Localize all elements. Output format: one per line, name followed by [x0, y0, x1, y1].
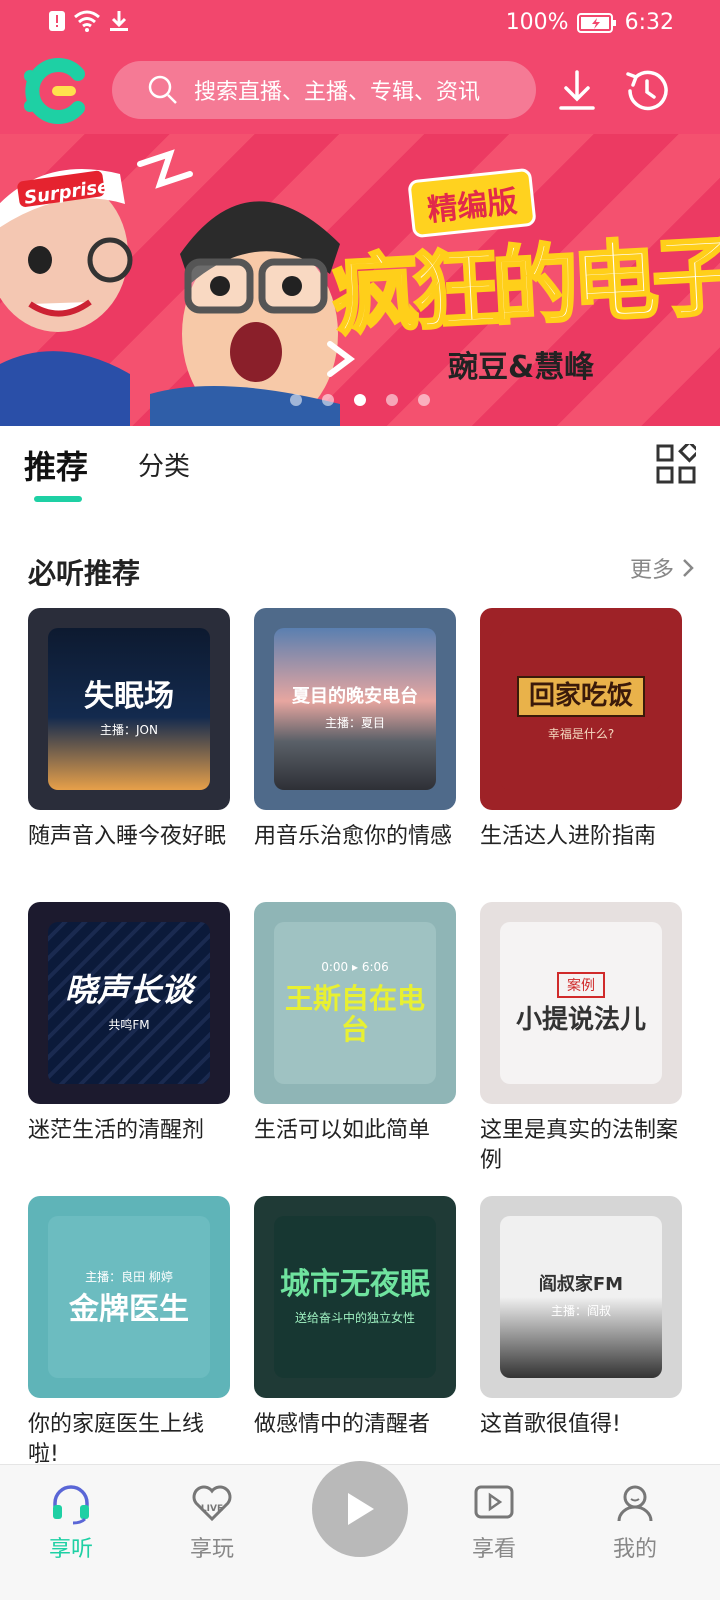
cover-subtitle: 案例	[557, 971, 605, 998]
svg-text:LIVE: LIVE	[201, 1504, 223, 1514]
album-card[interactable]: 城市无夜眠 送给奋斗中的独立女性 做感情中的清醒者	[254, 1196, 456, 1440]
nav-mine[interactable]: 我的	[585, 1481, 685, 1563]
headphones-icon	[53, 1485, 89, 1525]
album-cover: 晓声长谈 共鸣FM	[28, 902, 230, 1104]
cover-subtitle: 共鸣FM	[108, 1018, 150, 1033]
clock: 6:32	[624, 10, 674, 35]
cover-title: 小提说法儿	[515, 1004, 646, 1035]
top-header: 搜索直播、主播、专辑、资讯	[0, 48, 720, 134]
album-card[interactable]: 阎叔家FM 主播：阎叔 这首歌很值得!	[480, 1196, 682, 1440]
more-label: 更多	[629, 558, 674, 583]
cover-subtitle: 主播：良田 柳婷	[85, 1270, 173, 1284]
cover-subtitle: 送给奋斗中的独立女性	[294, 1311, 415, 1325]
album-card[interactable]: 主播：良田 柳婷 金牌医生 你的家庭医生上线啦!	[28, 1196, 230, 1470]
app-logo-icon[interactable]	[22, 56, 88, 126]
cover-title: 回家吃饭	[516, 676, 645, 717]
pagination-dot[interactable]	[386, 394, 398, 406]
nav-label-mine: 我的	[612, 1537, 657, 1562]
album-cover: 回家吃饭 幸福是什么?	[480, 608, 682, 810]
album-cover: 夏目的晚安电台 主播：夏目	[254, 608, 456, 810]
status-bar: 100% 6:32	[0, 0, 720, 48]
alert-icon	[49, 11, 65, 31]
pagination-dot[interactable]	[290, 394, 302, 406]
cover-title: 失眠场	[84, 679, 174, 714]
cover-subtitle: 主播：阎叔	[550, 1304, 611, 1319]
album-cover: 主播：良田 柳婷 金牌医生	[28, 1196, 230, 1398]
wifi-icon	[74, 10, 100, 32]
album-card[interactable]: 失眠场 主播：JON 随声音入睡今夜好眠	[28, 608, 230, 852]
download-icon[interactable]	[552, 66, 602, 116]
battery-percent: 100%	[505, 10, 569, 35]
album-title: 这里是真实的法制案例	[480, 1118, 679, 1173]
album-title: 生活可以如此简单	[254, 1118, 431, 1143]
user-icon	[617, 1485, 653, 1522]
battery-icon	[576, 12, 616, 33]
play-icon	[348, 1493, 374, 1525]
banner-title: 疯狂的电子	[329, 225, 720, 349]
live-heart-icon: LIVE	[192, 1485, 232, 1522]
cover-subtitle: 主播：夏目	[324, 716, 385, 731]
banner-hosts: 豌豆&慧峰	[448, 350, 595, 385]
cover-title: 夏目的晚安电台	[292, 685, 418, 707]
search-placeholder: 搜索直播、主播、专辑、资讯	[194, 80, 481, 105]
tab-category[interactable]: 分类	[138, 446, 190, 483]
tab-recommend[interactable]: 推荐	[24, 442, 88, 488]
nav-watch[interactable]: 享看	[444, 1481, 544, 1563]
album-cover: 阎叔家FM 主播：阎叔	[480, 1196, 682, 1398]
pagination-dot[interactable]	[354, 394, 366, 406]
nav-label-listen: 享听	[48, 1537, 93, 1562]
player-button[interactable]	[312, 1461, 408, 1557]
album-card[interactable]: 案例 小提说法儿 这里是真实的法制案例	[480, 902, 682, 1176]
pagination-dot[interactable]	[322, 394, 334, 406]
grid-menu-icon[interactable]	[656, 444, 696, 484]
album-card[interactable]: 回家吃饭 幸福是什么? 生活达人进阶指南	[480, 608, 682, 852]
section-title: 必听推荐	[28, 557, 141, 590]
cover-title: 金牌医生	[69, 1292, 189, 1327]
banner-pagination	[0, 394, 720, 406]
bottom-nav: 享听 LIVE 享玩 享看 我的	[0, 1461, 720, 1600]
nav-listen[interactable]: 享听	[21, 1481, 121, 1563]
cover-title: 城市无夜眠	[280, 1267, 430, 1302]
album-title: 随声音入睡今夜好眠	[28, 824, 227, 849]
download-status-icon	[110, 11, 128, 31]
album-title: 迷茫生活的清醒剂	[28, 1118, 205, 1143]
cover-subtitle: 0:00 ▸ 6:06	[321, 960, 389, 975]
album-title: 你的家庭医生上线啦!	[28, 1412, 205, 1467]
album-card[interactable]: 夏目的晚安电台 主播：夏目 用音乐治愈你的情感	[254, 608, 456, 852]
history-icon[interactable]	[622, 66, 672, 116]
chevron-right-icon	[683, 559, 694, 577]
cover-title: 晓声长谈	[64, 970, 193, 1009]
banner-characters-image	[0, 149, 355, 426]
cover-title: 阎叔家FM	[538, 1273, 624, 1295]
album-cover: 城市无夜眠 送给奋斗中的独立女性	[254, 1196, 456, 1398]
tab-active-indicator	[34, 496, 82, 502]
content-tabs: 推荐 分类	[0, 426, 720, 510]
video-icon	[474, 1485, 514, 1519]
nav-play[interactable]: LIVE 享玩	[162, 1481, 262, 1563]
cover-subtitle: 主播：JON	[100, 723, 158, 737]
album-cover: 案例 小提说法儿	[480, 902, 682, 1104]
promo-banner[interactable]: Surprise 精编版 疯狂的电子 豌豆&慧峰	[0, 134, 720, 426]
nav-label-play: 享玩	[189, 1537, 234, 1562]
more-link[interactable]: 更多	[630, 552, 694, 584]
album-cover: 0:00 ▸ 6:06 王斯自在电台	[254, 902, 456, 1104]
search-bar[interactable]: 搜索直播、主播、专辑、资讯	[112, 61, 536, 119]
album-card[interactable]: 0:00 ▸ 6:06 王斯自在电台 生活可以如此简单	[254, 902, 456, 1146]
album-title: 这首歌很值得!	[480, 1412, 621, 1437]
album-card[interactable]: 晓声长谈 共鸣FM 迷茫生活的清醒剂	[28, 902, 230, 1146]
cover-subtitle: 幸福是什么?	[547, 726, 615, 741]
search-icon	[148, 75, 177, 104]
album-title: 做感情中的清醒者	[254, 1412, 431, 1437]
cover-title: 王斯自在电台	[284, 982, 425, 1046]
album-title: 用音乐治愈你的情感	[254, 824, 453, 849]
status-icons-right: 100% 6:32	[506, 10, 674, 35]
album-title: 生活达人进阶指南	[480, 824, 657, 849]
status-icons-left	[48, 10, 130, 32]
album-cover: 失眠场 主播：JON	[28, 608, 230, 810]
pagination-dot[interactable]	[418, 394, 430, 406]
nav-label-watch: 享看	[471, 1537, 516, 1562]
